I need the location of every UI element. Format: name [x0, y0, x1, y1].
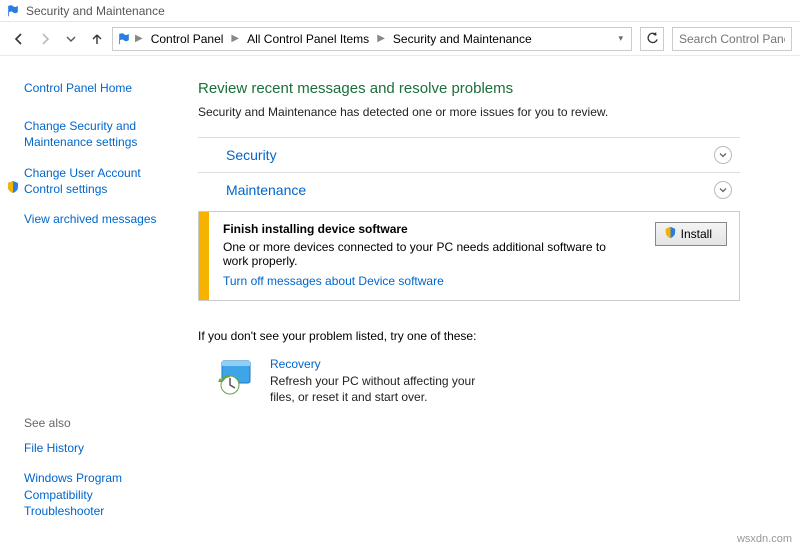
- back-button[interactable]: [8, 28, 30, 50]
- security-label: Security: [226, 147, 277, 163]
- breadcrumb-dropdown[interactable]: ▾: [618, 33, 627, 44]
- breadcrumb-item[interactable]: All Control Panel Items: [243, 30, 373, 48]
- chevron-down-icon: [714, 146, 732, 164]
- recovery-icon: [216, 357, 256, 397]
- action-center-flag-icon: [117, 32, 131, 46]
- window-titlebar: Security and Maintenance: [0, 0, 800, 22]
- change-security-maintenance-link[interactable]: Change Security and Maintenance settings: [24, 118, 172, 150]
- install-button-label: Install: [681, 227, 712, 241]
- security-section-header[interactable]: Security: [198, 138, 740, 172]
- compat-troubleshooter-link[interactable]: Windows Program Compatibility Troublesho…: [24, 470, 172, 519]
- shield-icon: [6, 180, 20, 194]
- control-panel-home-link[interactable]: Control Panel Home: [24, 80, 172, 96]
- alert-heading: Finish installing device software: [223, 222, 629, 236]
- search-input[interactable]: [672, 27, 792, 51]
- sidebar: Control Panel Home Change Security and M…: [0, 56, 188, 549]
- see-also-heading: See also: [24, 416, 172, 430]
- recent-locations-button[interactable]: [60, 28, 82, 50]
- turn-off-messages-link[interactable]: Turn off messages about Device software: [223, 274, 444, 288]
- alert-message: One or more devices connected to your PC…: [223, 240, 629, 268]
- breadcrumb-item[interactable]: Control Panel: [147, 30, 228, 48]
- recovery-item: Recovery Refresh your PC without affecti…: [216, 357, 740, 405]
- see-also-section: See also File History Windows Program Co…: [24, 416, 172, 537]
- chevron-right-icon[interactable]: ▶: [375, 33, 387, 44]
- up-button[interactable]: [86, 28, 108, 50]
- forward-button[interactable]: [34, 28, 56, 50]
- main-content: Review recent messages and resolve probl…: [188, 56, 800, 549]
- chevron-down-icon: [714, 181, 732, 199]
- breadcrumb-item[interactable]: Security and Maintenance: [389, 30, 536, 48]
- detected-message: Security and Maintenance has detected on…: [198, 105, 740, 119]
- page-heading: Review recent messages and resolve probl…: [198, 80, 740, 97]
- file-history-link[interactable]: File History: [24, 440, 172, 456]
- install-button[interactable]: Install: [655, 222, 727, 246]
- shield-icon: [664, 226, 677, 242]
- maintenance-section-header[interactable]: Maintenance: [198, 173, 740, 207]
- view-archived-messages-link[interactable]: View archived messages: [24, 211, 172, 227]
- navigation-toolbar: ▶ Control Panel ▶ All Control Panel Item…: [0, 22, 800, 56]
- maintenance-label: Maintenance: [226, 182, 306, 198]
- recovery-link[interactable]: Recovery: [270, 357, 500, 371]
- action-center-flag-icon: [6, 4, 20, 18]
- alert-warning-stripe: [199, 212, 209, 300]
- window-title: Security and Maintenance: [26, 4, 165, 18]
- chevron-right-icon[interactable]: ▶: [229, 33, 241, 44]
- chevron-right-icon[interactable]: ▶: [133, 33, 145, 44]
- change-uac-link[interactable]: Change User Account Control settings: [24, 165, 172, 197]
- recovery-description: Refresh your PC without affecting your f…: [270, 373, 500, 405]
- refresh-button[interactable]: [640, 27, 664, 51]
- breadcrumb[interactable]: ▶ Control Panel ▶ All Control Panel Item…: [112, 27, 632, 51]
- alert-box: Finish installing device software One or…: [198, 211, 740, 301]
- watermark: wsxdn.com: [737, 533, 792, 545]
- try-one-of-these-prompt: If you don't see your problem listed, tr…: [198, 329, 740, 343]
